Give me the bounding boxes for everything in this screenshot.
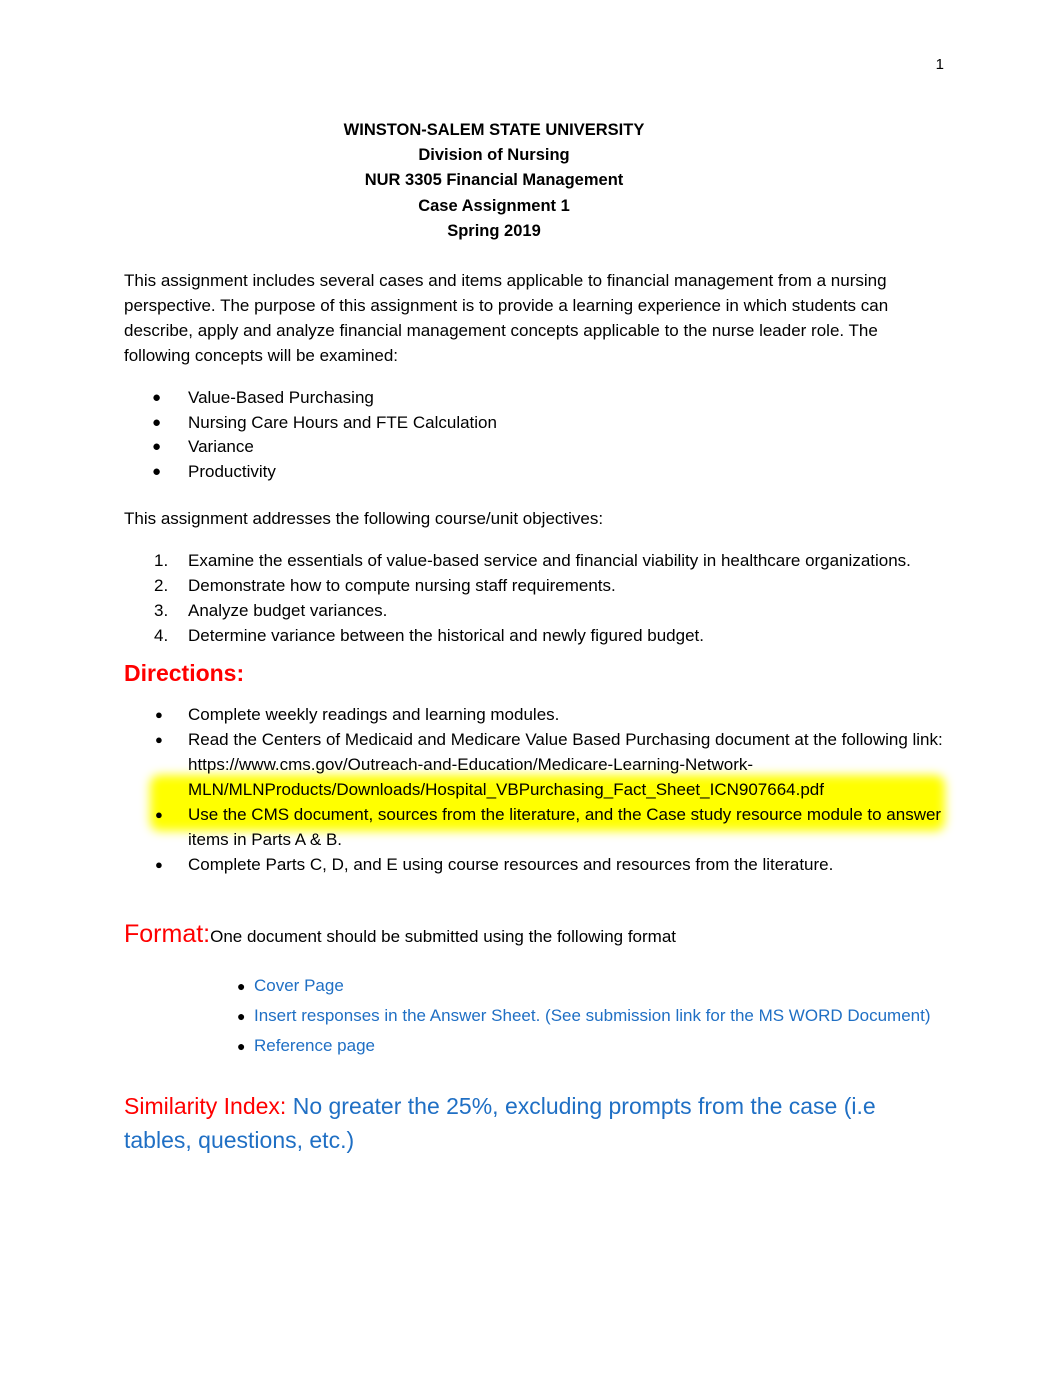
format-item-label: Cover Page (254, 976, 344, 996)
bullet-icon: ● (155, 732, 163, 748)
concept-label: Variance (188, 437, 254, 457)
objective-label: Determine variance between the historica… (188, 626, 704, 646)
bullet-icon: ● (152, 413, 162, 431)
concept-label: Nursing Care Hours and FTE Calculation (188, 412, 497, 432)
directions-list: ● Complete weekly readings and learning m… (124, 702, 944, 877)
list-item: ● Complete Parts C, D, and E using course… (124, 852, 944, 877)
objective-label: Analyze budget variances. (188, 601, 388, 621)
similarity-index-label: Similarity Index: (124, 1093, 287, 1120)
concepts-list: ● Value-Based Purchasing ● Nursing Care Ho… (124, 386, 944, 484)
format-item-label: Reference page (254, 1036, 375, 1056)
objective-label: Examine the essentials of value-based se… (188, 551, 911, 571)
document-page: 1 WINSTON-SALEM STATE UNIVERSITY Divisio… (0, 0, 1062, 1377)
bullet-icon: ● (155, 807, 163, 823)
list-item: ● Value-Based Purchasing (124, 386, 944, 411)
header-line-division: Division of Nursing (418, 146, 570, 165)
list-item: ● Complete weekly readings and learning m… (124, 702, 944, 727)
list-item: ● Nursing Care Hours and FTE Calculation (124, 411, 944, 436)
format-lead-in: One document should be submitted using t… (210, 927, 677, 947)
direction-label: Complete Parts C, D, and E using course … (188, 855, 834, 875)
list-item: 2. Demonstrate how to compute nursing sta… (124, 573, 944, 598)
list-item: 1. Examine the essentials of value-based … (124, 548, 944, 573)
objectives-list: 1. Examine the essentials of value-based … (124, 548, 944, 648)
format-heading-line: Format:One document should be submitted … (124, 919, 944, 953)
concept-label: Value-Based Purchasing (188, 388, 374, 408)
bullet-icon: ● (237, 1038, 246, 1055)
bullet-icon: ● (152, 462, 162, 480)
header-line-assignment: Case Assignment 1 (418, 196, 570, 215)
list-item: ● Variance (124, 435, 944, 460)
list-number: 4. (154, 626, 169, 646)
list-item-highlighted: ● Use the CMS document, sources from the … (124, 802, 944, 852)
list-item: ● Cover Page (124, 971, 944, 1001)
list-number: 2. (154, 576, 169, 596)
format-item-label: Insert responses in the Answer Sheet. (S… (254, 1006, 931, 1026)
bullet-icon: ● (237, 978, 246, 995)
format-heading: Format: (124, 920, 211, 949)
format-list: ● Cover Page ● Insert responses in the Ans… (124, 971, 944, 1061)
bullet-icon: ● (152, 438, 162, 456)
concept-label: Productivity (188, 461, 276, 481)
document-body: WINSTON-SALEM STATE UNIVERSITY Division … (124, 118, 944, 1157)
page-number: 1 (935, 56, 944, 73)
header-line-university: WINSTON-SALEM STATE UNIVERSITY (343, 121, 645, 139)
bullet-icon: ● (237, 1008, 246, 1025)
list-item: ● Insert responses in the Answer Sheet. (… (124, 1001, 944, 1031)
header-line-term: Spring 2019 (447, 221, 541, 240)
bullet-icon: ● (155, 707, 163, 723)
intro-paragraph: This assignment includes several cases a… (124, 271, 889, 366)
header-line-course: NUR 3305 Financial Management (364, 171, 624, 190)
direction-label: Read the Centers of Medicaid and Medicar… (188, 730, 943, 800)
bullet-icon: ● (152, 389, 162, 407)
list-item: ● Productivity (124, 460, 944, 485)
list-number: 1. (154, 551, 169, 571)
direction-label: Use the CMS document, sources from the l… (188, 805, 942, 850)
objective-label: Demonstrate how to compute nursing staff… (188, 576, 616, 596)
list-item: 4. Determine variance between the histori… (124, 623, 944, 648)
list-item: ● Read the Centers of Medicaid and Medica… (124, 727, 944, 802)
list-item: 3. Analyze budget variances. (124, 598, 944, 623)
list-number: 3. (154, 601, 169, 621)
similarity-index-line: Similarity Index: No greater the 25%, ex… (124, 1089, 944, 1157)
directions-heading: Directions: (124, 660, 245, 687)
list-item: ● Reference page (124, 1031, 944, 1061)
objectives-lead-in: This assignment addresses the following … (124, 509, 604, 529)
document-header: WINSTON-SALEM STATE UNIVERSITY Division … (124, 118, 944, 244)
bullet-icon: ● (155, 857, 163, 873)
direction-label: Complete weekly readings and learning mo… (188, 705, 560, 725)
